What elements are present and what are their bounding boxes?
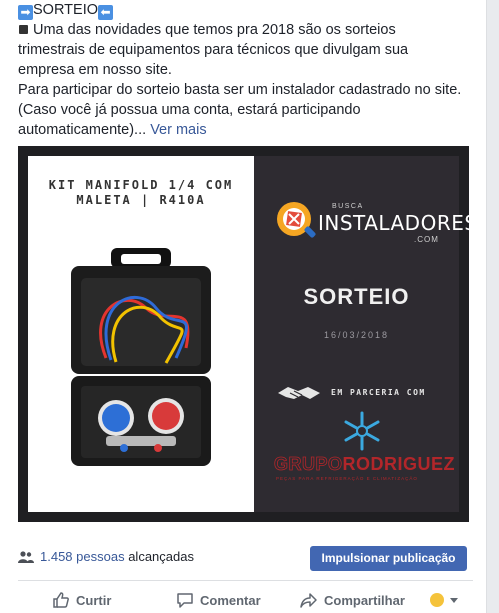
magnifier-logo-icon [277,202,316,238]
post-line-1: Uma das novidades que temos pra 2018 são… [18,20,478,40]
grupo-rodriguez-name: GRUPORODRIGUEZ [274,454,455,475]
post-line-5: (Caso você já possua uma conta, estará p… [18,102,361,118]
share-button[interactable]: Compartilhar [300,588,405,612]
post-title: SORTEIO [33,2,98,18]
post-actions-bar: Curtir Comentar Compartilhar [18,585,478,613]
post-image[interactable]: KIT MANIFOLD 1/4 COM MALETA | R410A BUSC… [18,146,477,522]
reach-count-link[interactable]: 1.458 pessoas [40,549,125,564]
grupo-name-part1: GRUPO [274,454,343,475]
arrow-right-icon: ➡ [18,5,33,20]
partnership-row: EM PARCERIA COM [276,383,456,403]
logo-busca: BUSCA [332,203,364,210]
actions-divider [18,580,473,581]
grupo-tagline: PEÇAS PARA REFRIGERAÇÃO E CLIMATIZAÇÃO [276,476,418,481]
post-line-1-text: Uma das novidades que temos pra 2018 são… [33,22,396,38]
reaction-selector[interactable] [430,591,464,609]
product-panel: KIT MANIFOLD 1/4 COM MALETA | R410A [28,156,254,512]
kit-title-line-2: MALETA | R410A [76,193,206,207]
sorteio-heading: SORTEIO [303,284,410,309]
sorteio-date: 16/03/2018 [323,330,390,340]
emoji-face-icon [430,593,444,607]
reach-suffix: alcançadas [128,549,194,564]
post-body: ➡ SORTEIO ⬅ Uma das novidades que temos pr… [18,0,478,140]
reach-row: 1.458 pessoas alcançadas Impulsionar pub… [18,546,473,572]
arrow-left-icon: ⬅ [98,5,113,20]
post-title-line: ➡ SORTEIO ⬅ [18,0,478,20]
like-label: Curtir [76,592,112,608]
post-line-6: automaticamente)... Ver mais [18,120,478,140]
comment-icon [177,593,193,608]
boost-post-button[interactable]: Impulsionar publicação [310,546,467,571]
see-more-link[interactable]: Ver mais [150,122,206,138]
post-line-6-text: automaticamente)... [18,122,147,138]
post-line-3: empresa em nosso site. [18,62,172,78]
share-label: Compartilhar [324,592,405,608]
logo-instaladores: INSTALADORES [318,211,478,235]
partnership-text: EM PARCERIA COM [331,388,426,397]
post-line-4: Para participar do sorteio basta ser um … [18,82,462,98]
post-card: ➡ SORTEIO ⬅ Uma das novidades que temos pr… [0,0,487,613]
comment-label: Comentar [200,592,261,608]
share-icon [300,593,317,608]
grupo-name-part2: RODRIGUEZ [342,454,456,474]
snowflake-icon [344,411,380,451]
promo-panel: BUSCA INSTALADORES .COM SORTEIO 16/03/20… [254,156,477,512]
comment-button[interactable]: Comentar [176,588,261,612]
buscainstaladores-logo: BUSCA INSTALADORES .COM [274,199,477,249]
caret-down-icon [450,597,458,603]
manifold-case-image [71,248,211,466]
post-line-2: trimestrais de equipamentos para técnico… [18,42,409,58]
logo-com: .COM [414,235,439,244]
people-icon [18,551,34,563]
reach-text: 1.458 pessoas alcançadas [40,549,194,564]
thumbs-up-icon [53,592,69,608]
kit-title-line-1: KIT MANIFOLD 1/4 COM [48,178,234,192]
like-button[interactable]: Curtir [52,588,111,612]
page-background-strip [488,0,499,613]
kit-title: KIT MANIFOLD 1/4 COM MALETA | R410A [28,178,254,208]
black-square-icon [19,25,28,35]
handshake-icon [278,387,320,399]
grupo-rodriguez-logo: GRUPORODRIGUEZ PEÇAS PARA REFRIGERAÇÃO E… [262,409,457,489]
